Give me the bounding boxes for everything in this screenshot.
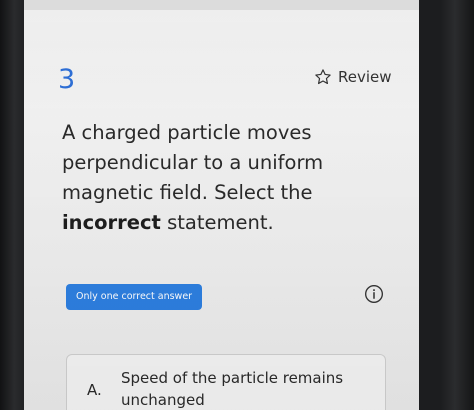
answer-type-badge: Only one correct answer (66, 284, 203, 310)
review-button[interactable]: Review (314, 68, 392, 86)
question-text-part: A charged particle moves perpendicular t… (62, 121, 324, 204)
info-icon[interactable] (364, 284, 384, 304)
review-label: Review (338, 68, 392, 86)
question-text: A charged particle moves perpendicular t… (62, 118, 392, 238)
option-text: Speed of the particle remains unchanged (121, 369, 344, 409)
option-letter: A. (87, 381, 102, 399)
option-a[interactable]: A. Speed of the particle remains unchang… (66, 354, 386, 410)
question-text-end: statement. (160, 211, 274, 234)
star-outline-icon (315, 69, 331, 85)
question-number: 3 (58, 64, 76, 95)
quiz-screen: 3 Review A charged particle moves perpen… (24, 0, 419, 410)
top-strip (24, 0, 419, 10)
question-text-emphasis: incorrect (62, 211, 161, 234)
